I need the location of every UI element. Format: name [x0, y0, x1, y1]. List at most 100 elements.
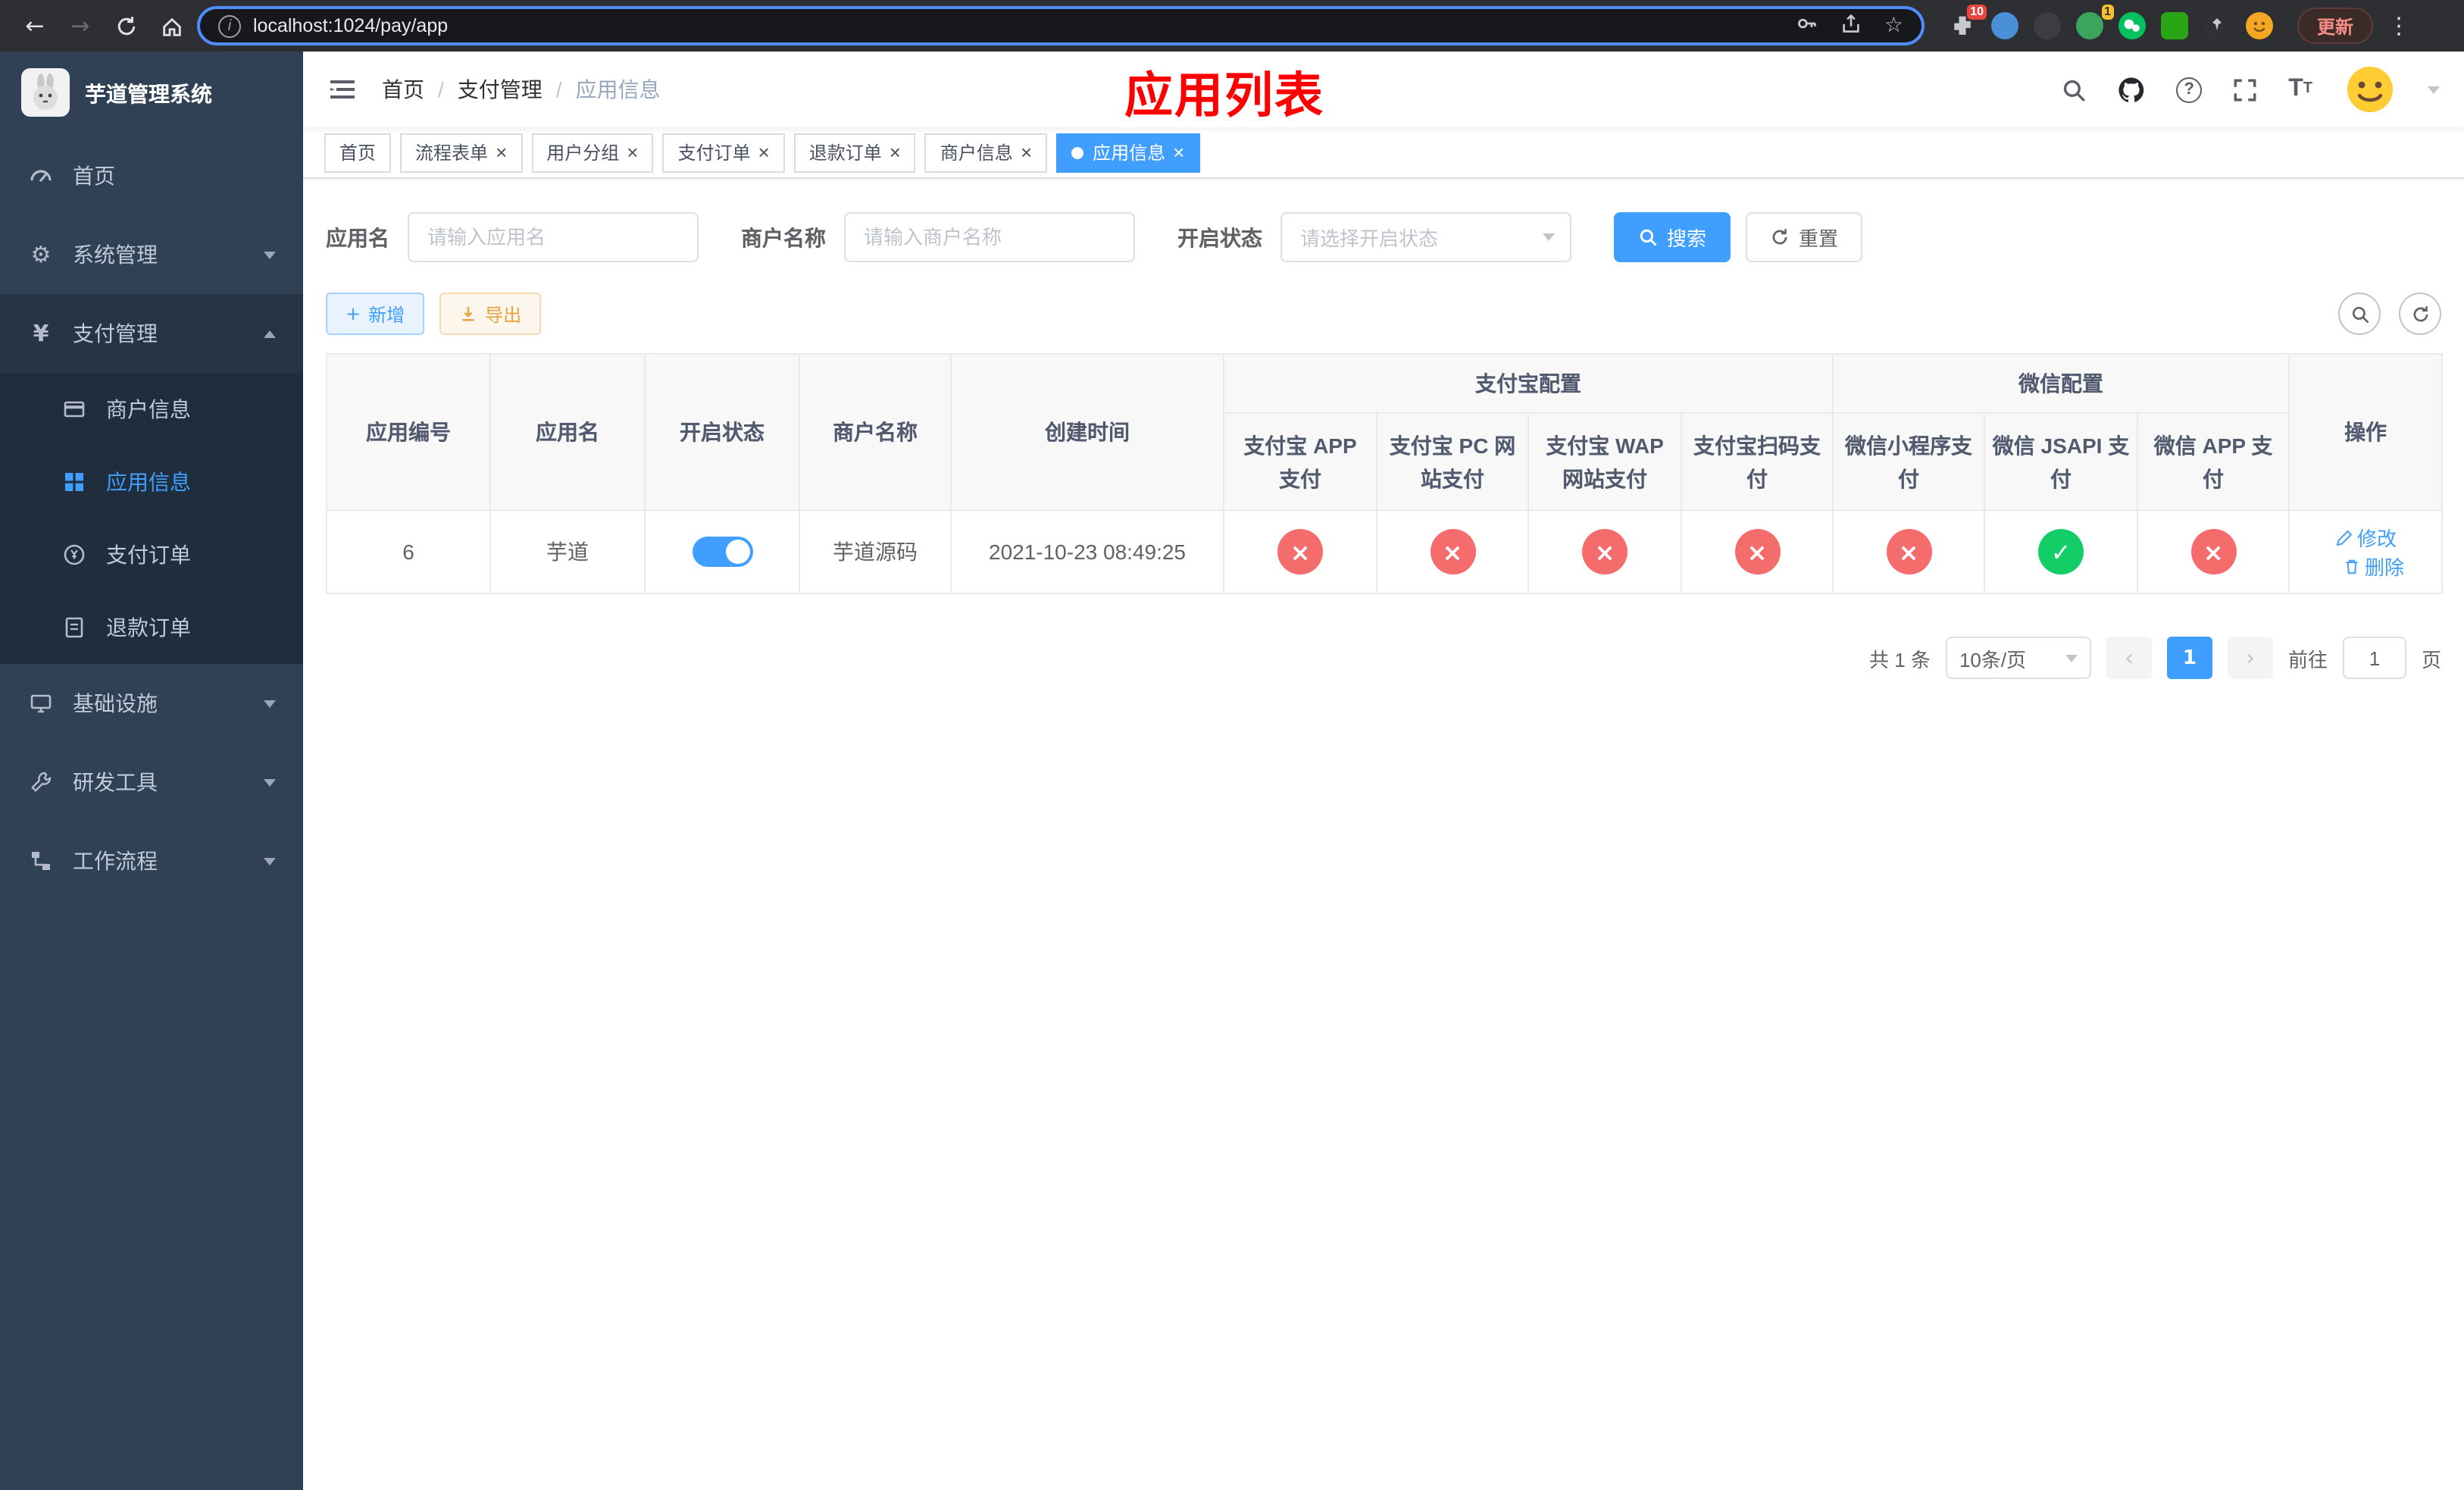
sidebar-item-pay-orders[interactable]: 支付订单 — [0, 518, 303, 591]
sidebar-item-merchant-info[interactable]: 商户信息 — [0, 373, 303, 446]
tab-merchant-info[interactable]: 商户信息 × — [924, 133, 1048, 172]
breadcrumb-payment[interactable]: 支付管理 — [458, 74, 543, 105]
col-app-name: 应用名 — [489, 352, 646, 512]
prev-page-button[interactable]: ‹ — [2106, 637, 2152, 680]
cell-wechat-jsapi: ✓ — [1984, 509, 2138, 595]
sidebar-item-refund-orders[interactable]: 退款订单 — [0, 591, 303, 664]
search-button[interactable]: 搜索 — [1614, 212, 1731, 262]
tab-app-info[interactable]: 应用信息 × — [1056, 133, 1200, 172]
browser-back-icon[interactable]: ← — [15, 6, 55, 45]
toggle-search-button[interactable] — [2338, 293, 2381, 335]
reset-button[interactable]: 重置 — [1746, 212, 1863, 262]
fullscreen-icon[interactable] — [2232, 77, 2258, 102]
close-icon[interactable]: × — [1021, 142, 1032, 162]
github-icon[interactable] — [2117, 75, 2146, 104]
cell-actions: 修改 删除 — [2288, 509, 2444, 595]
browser-home-icon[interactable] — [152, 6, 191, 45]
browser-update-button[interactable]: 更新 — [2297, 8, 2374, 44]
close-icon[interactable]: × — [758, 142, 770, 162]
user-avatar[interactable] — [2343, 62, 2397, 117]
font-size-icon[interactable]: TT — [2288, 77, 2312, 102]
extension-icon-green-badged[interactable]: 1 — [2076, 5, 2114, 39]
top-navbar: 首页 / 支付管理 / 应用信息 应用列表 ? T T — [303, 52, 2464, 127]
export-button-label: 导出 — [485, 304, 522, 325]
sidebar-item-dev-tools[interactable]: 研发工具 — [0, 743, 303, 822]
reset-button-label: 重置 — [1799, 227, 1839, 250]
site-info-icon[interactable]: i — [218, 14, 241, 37]
sidebar-item-workflow[interactable]: 工作流程 — [0, 822, 303, 900]
extensions-puzzle-icon[interactable]: 10 — [1949, 5, 1987, 39]
app-name-label: 应用名 — [326, 225, 389, 249]
tab-home[interactable]: 首页 — [324, 133, 392, 172]
sidebar-logo[interactable]: 芋道管理系统 — [0, 52, 303, 136]
sidebar-item-payment[interactable]: ¥ 支付管理 — [0, 294, 303, 373]
search-icon[interactable] — [2061, 77, 2087, 102]
extension-icon-green-square[interactable] — [2161, 12, 2188, 39]
close-icon[interactable]: × — [496, 142, 507, 162]
status-alipay-qr-pay: × — [1734, 529, 1780, 575]
tab-label: 退款订单 — [808, 142, 882, 164]
tab-process-form[interactable]: 流程表单 × — [400, 133, 523, 172]
edit-link[interactable]: 修改 — [2334, 524, 2397, 552]
hamburger-icon[interactable] — [327, 74, 358, 105]
status-toggle[interactable] — [692, 537, 752, 568]
col-created: 创建时间 — [950, 352, 1224, 512]
share-icon[interactable] — [1840, 12, 1863, 39]
help-icon[interactable]: ? — [2176, 77, 2203, 102]
col-alipay-qr: 支付宝扫码支付 — [1681, 412, 1834, 512]
password-key-icon[interactable] — [1796, 12, 1819, 39]
gear-icon: ⚙ — [30, 241, 52, 268]
avatar-caret-icon[interactable] — [2428, 86, 2440, 93]
merchant-name-input[interactable] — [844, 212, 1135, 262]
extension-icon-blue[interactable] — [1991, 12, 2018, 39]
breadcrumb-home[interactable]: 首页 — [382, 74, 424, 105]
add-button[interactable]: + 新增 — [326, 293, 425, 335]
delete-link-label: 删除 — [2365, 556, 2405, 580]
pagination: 共 1 条 10条/页 ‹ 1 › 前往 页 — [326, 637, 2441, 680]
close-icon[interactable]: × — [1173, 142, 1184, 162]
delete-link[interactable]: 删除 — [2342, 552, 2404, 581]
col-app-id: 应用编号 — [326, 352, 491, 512]
status-select[interactable]: 请选择开启状态 — [1280, 212, 1571, 262]
col-merchant: 商户名称 — [799, 352, 952, 512]
sidebar-item-system[interactable]: ⚙ 系统管理 — [0, 215, 303, 294]
extension-icon-pin[interactable] — [2203, 12, 2231, 39]
browser-forward-icon[interactable]: → — [61, 6, 100, 45]
close-icon[interactable]: × — [890, 142, 901, 162]
cell-alipay-wap: × — [1527, 509, 1682, 595]
address-bar[interactable]: i localhost:1024/pay/app ☆ — [197, 6, 1925, 45]
next-page-button[interactable]: › — [2227, 637, 2273, 680]
extension-icon-avatar-face[interactable] — [2246, 12, 2273, 39]
extension-icon-dark[interactable] — [2034, 12, 2061, 39]
order-coin-icon — [61, 543, 88, 567]
export-button[interactable]: 导出 — [439, 293, 542, 335]
col-wechat-app: 微信 APP 支付 — [2136, 412, 2290, 512]
browser-reload-icon[interactable] — [106, 6, 145, 45]
tab-refund-orders[interactable]: 退款订单 × — [793, 133, 916, 172]
sidebar-item-app-info[interactable]: 应用信息 — [0, 446, 303, 518]
tab-label: 商户信息 — [940, 142, 1013, 164]
browser-extensions: 10 1 — [1949, 5, 2273, 39]
app-name-input[interactable] — [408, 212, 699, 262]
dashboard-icon — [27, 164, 55, 188]
chevron-down-icon — [264, 778, 276, 786]
url-text[interactable]: localhost:1024/pay/app — [253, 15, 1784, 36]
tab-user-group[interactable]: 用户分组 × — [531, 133, 654, 172]
page-size-value: 10条/页 — [1959, 648, 2027, 671]
credit-card-icon — [61, 397, 88, 421]
sidebar-item-infra[interactable]: 基础设施 — [0, 664, 303, 743]
refresh-button[interactable] — [2399, 293, 2441, 335]
extension-badge: 10 — [1967, 5, 1987, 20]
goto-page-input[interactable] — [2342, 637, 2406, 680]
sidebar-item-label: 系统管理 — [73, 243, 158, 267]
tab-pay-orders[interactable]: 支付订单 × — [662, 133, 785, 172]
page-size-select[interactable]: 10条/页 — [1945, 637, 2091, 680]
close-icon[interactable]: × — [627, 142, 638, 162]
extension-icon-wechat[interactable] — [2118, 12, 2146, 39]
cell-created: 2021-10-23 08:49:25 — [950, 509, 1224, 595]
status-alipay-wap-pay: × — [1582, 529, 1628, 575]
bookmark-star-icon[interactable]: ☆ — [1884, 14, 1903, 38]
browser-menu-icon[interactable]: ⋮ — [2379, 6, 2419, 45]
page-number-1[interactable]: 1 — [2166, 637, 2212, 680]
sidebar-item-home[interactable]: 首页 — [0, 136, 303, 215]
